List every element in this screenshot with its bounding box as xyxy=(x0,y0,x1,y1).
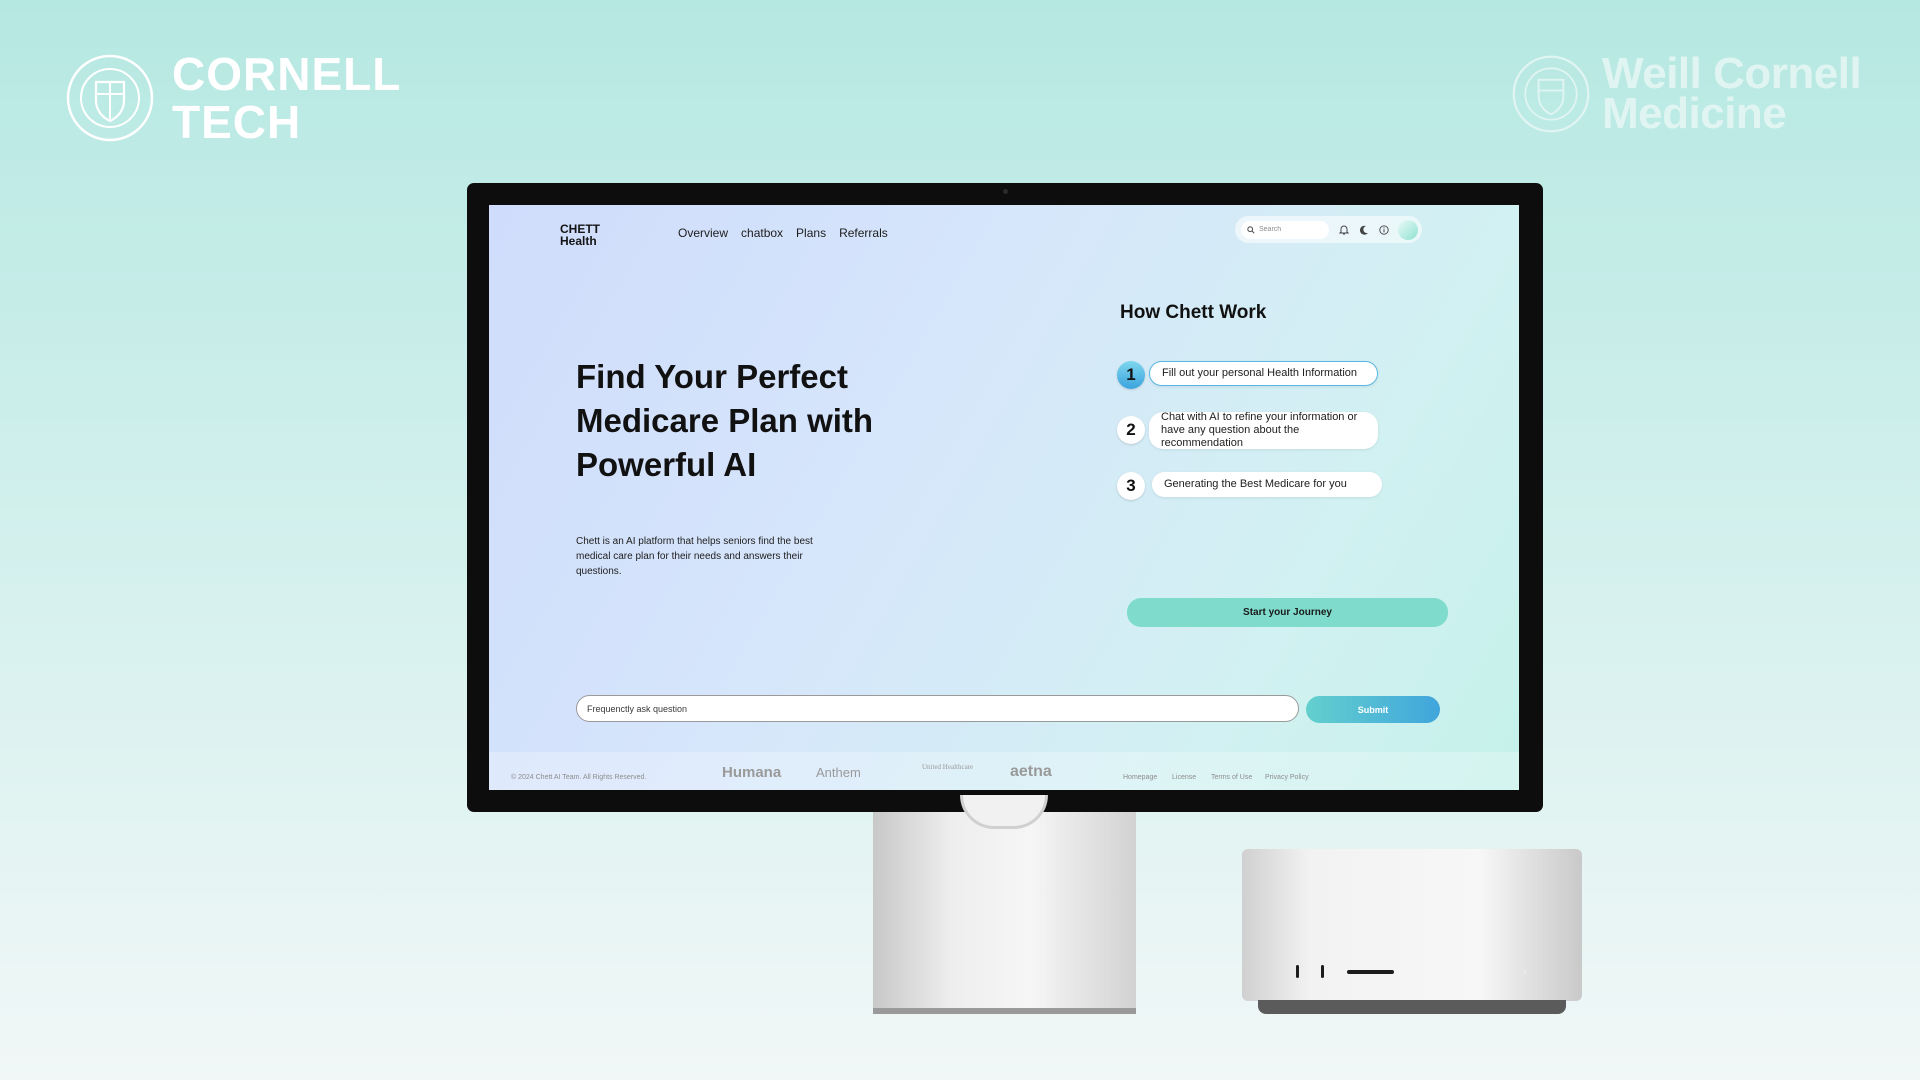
step-3-card[interactable]: Generating the Best Medicare for you xyxy=(1152,472,1382,497)
partner-aetna: aetna xyxy=(1010,763,1052,780)
sd-card-slot xyxy=(1347,970,1394,974)
logo-line2: Health xyxy=(560,234,597,248)
step-3-number: 3 xyxy=(1117,472,1145,500)
how-it-works-title: How Chett Work xyxy=(1120,302,1267,323)
footer-link-privacy[interactable]: Privacy Policy xyxy=(1265,774,1309,781)
weill-cornell-line1: Weill Cornell xyxy=(1602,49,1862,98)
footer-link-license[interactable]: License xyxy=(1172,774,1196,781)
search-icon xyxy=(1247,225,1255,234)
moon-icon[interactable] xyxy=(1358,224,1369,235)
power-light xyxy=(1523,970,1527,974)
nav-overview[interactable]: Overview xyxy=(678,226,728,240)
cornell-tech-line1: CORNELL xyxy=(172,48,402,100)
step-2-number: 2 xyxy=(1117,416,1145,444)
app-screen: CHETT Health Overview chatbox Plans Refe… xyxy=(489,205,1519,790)
partner-anthem: Anthem xyxy=(816,765,861,780)
step-1-text: Fill out your personal Health Informatio… xyxy=(1162,367,1358,379)
header-toolbar xyxy=(1235,216,1422,243)
info-icon[interactable] xyxy=(1378,224,1389,235)
usb-port xyxy=(1321,965,1324,978)
copyright-text: © 2024 Chett AI Team. All Rights Reserve… xyxy=(511,774,647,781)
step-1-card[interactable]: Fill out your personal Health Informatio… xyxy=(1149,361,1378,386)
footer-link-terms[interactable]: Terms of Use xyxy=(1211,774,1252,781)
hero-description: Chett is an AI platform that helps senio… xyxy=(576,536,813,577)
weill-cornell-seal-icon xyxy=(1512,55,1590,133)
cornell-tech-logo: CORNELL TECH xyxy=(66,50,401,146)
faq-input[interactable] xyxy=(576,695,1299,722)
monitor: CHETT Health Overview chatbox Plans Refe… xyxy=(467,183,1543,812)
step-2-card[interactable]: Chat with AI to refine your information … xyxy=(1149,411,1378,449)
search-input[interactable] xyxy=(1259,226,1329,233)
mac-studio-base xyxy=(1258,1000,1566,1014)
weill-cornell-logo: Weill Cornell Medicine xyxy=(1512,49,1862,138)
start-journey-button[interactable]: Start your Journey xyxy=(1127,598,1448,627)
chett-health-logo[interactable]: CHETT Health xyxy=(560,223,600,247)
nav-plans[interactable]: Plans xyxy=(796,226,826,240)
step-3-text: Generating the Best Medicare for you xyxy=(1164,478,1347,490)
weill-cornell-line2: Medicine xyxy=(1602,89,1787,138)
avatar[interactable] xyxy=(1398,219,1418,240)
monitor-stand xyxy=(873,812,1136,1012)
step-2-text: Chat with AI to refine your information … xyxy=(1161,411,1358,449)
monitor-camera xyxy=(1003,189,1008,194)
partner-united-healthcare: United Healthcare xyxy=(922,763,974,771)
monitor-stand-foot xyxy=(873,1008,1136,1014)
search-box[interactable] xyxy=(1241,220,1329,239)
hero-title: Find Your Perfect Medicare Plan with Pow… xyxy=(576,358,874,483)
cornell-seal-icon xyxy=(66,54,154,142)
main-nav: Overview chatbox Plans Referrals xyxy=(678,226,888,240)
bell-icon[interactable] xyxy=(1338,224,1349,235)
usb-port xyxy=(1296,965,1299,978)
mac-studio xyxy=(1242,849,1582,1001)
nav-referrals[interactable]: Referrals xyxy=(839,226,888,240)
submit-button[interactable]: Submit xyxy=(1306,696,1440,723)
footer: © 2024 Chett AI Team. All Rights Reserve… xyxy=(489,752,1519,790)
step-1-number: 1 xyxy=(1117,361,1145,389)
footer-link-homepage[interactable]: Homepage xyxy=(1123,774,1157,781)
nav-chatbox[interactable]: chatbox xyxy=(741,226,783,240)
cornell-tech-line2: TECH xyxy=(172,96,302,148)
partner-humana: Humana xyxy=(722,764,782,781)
